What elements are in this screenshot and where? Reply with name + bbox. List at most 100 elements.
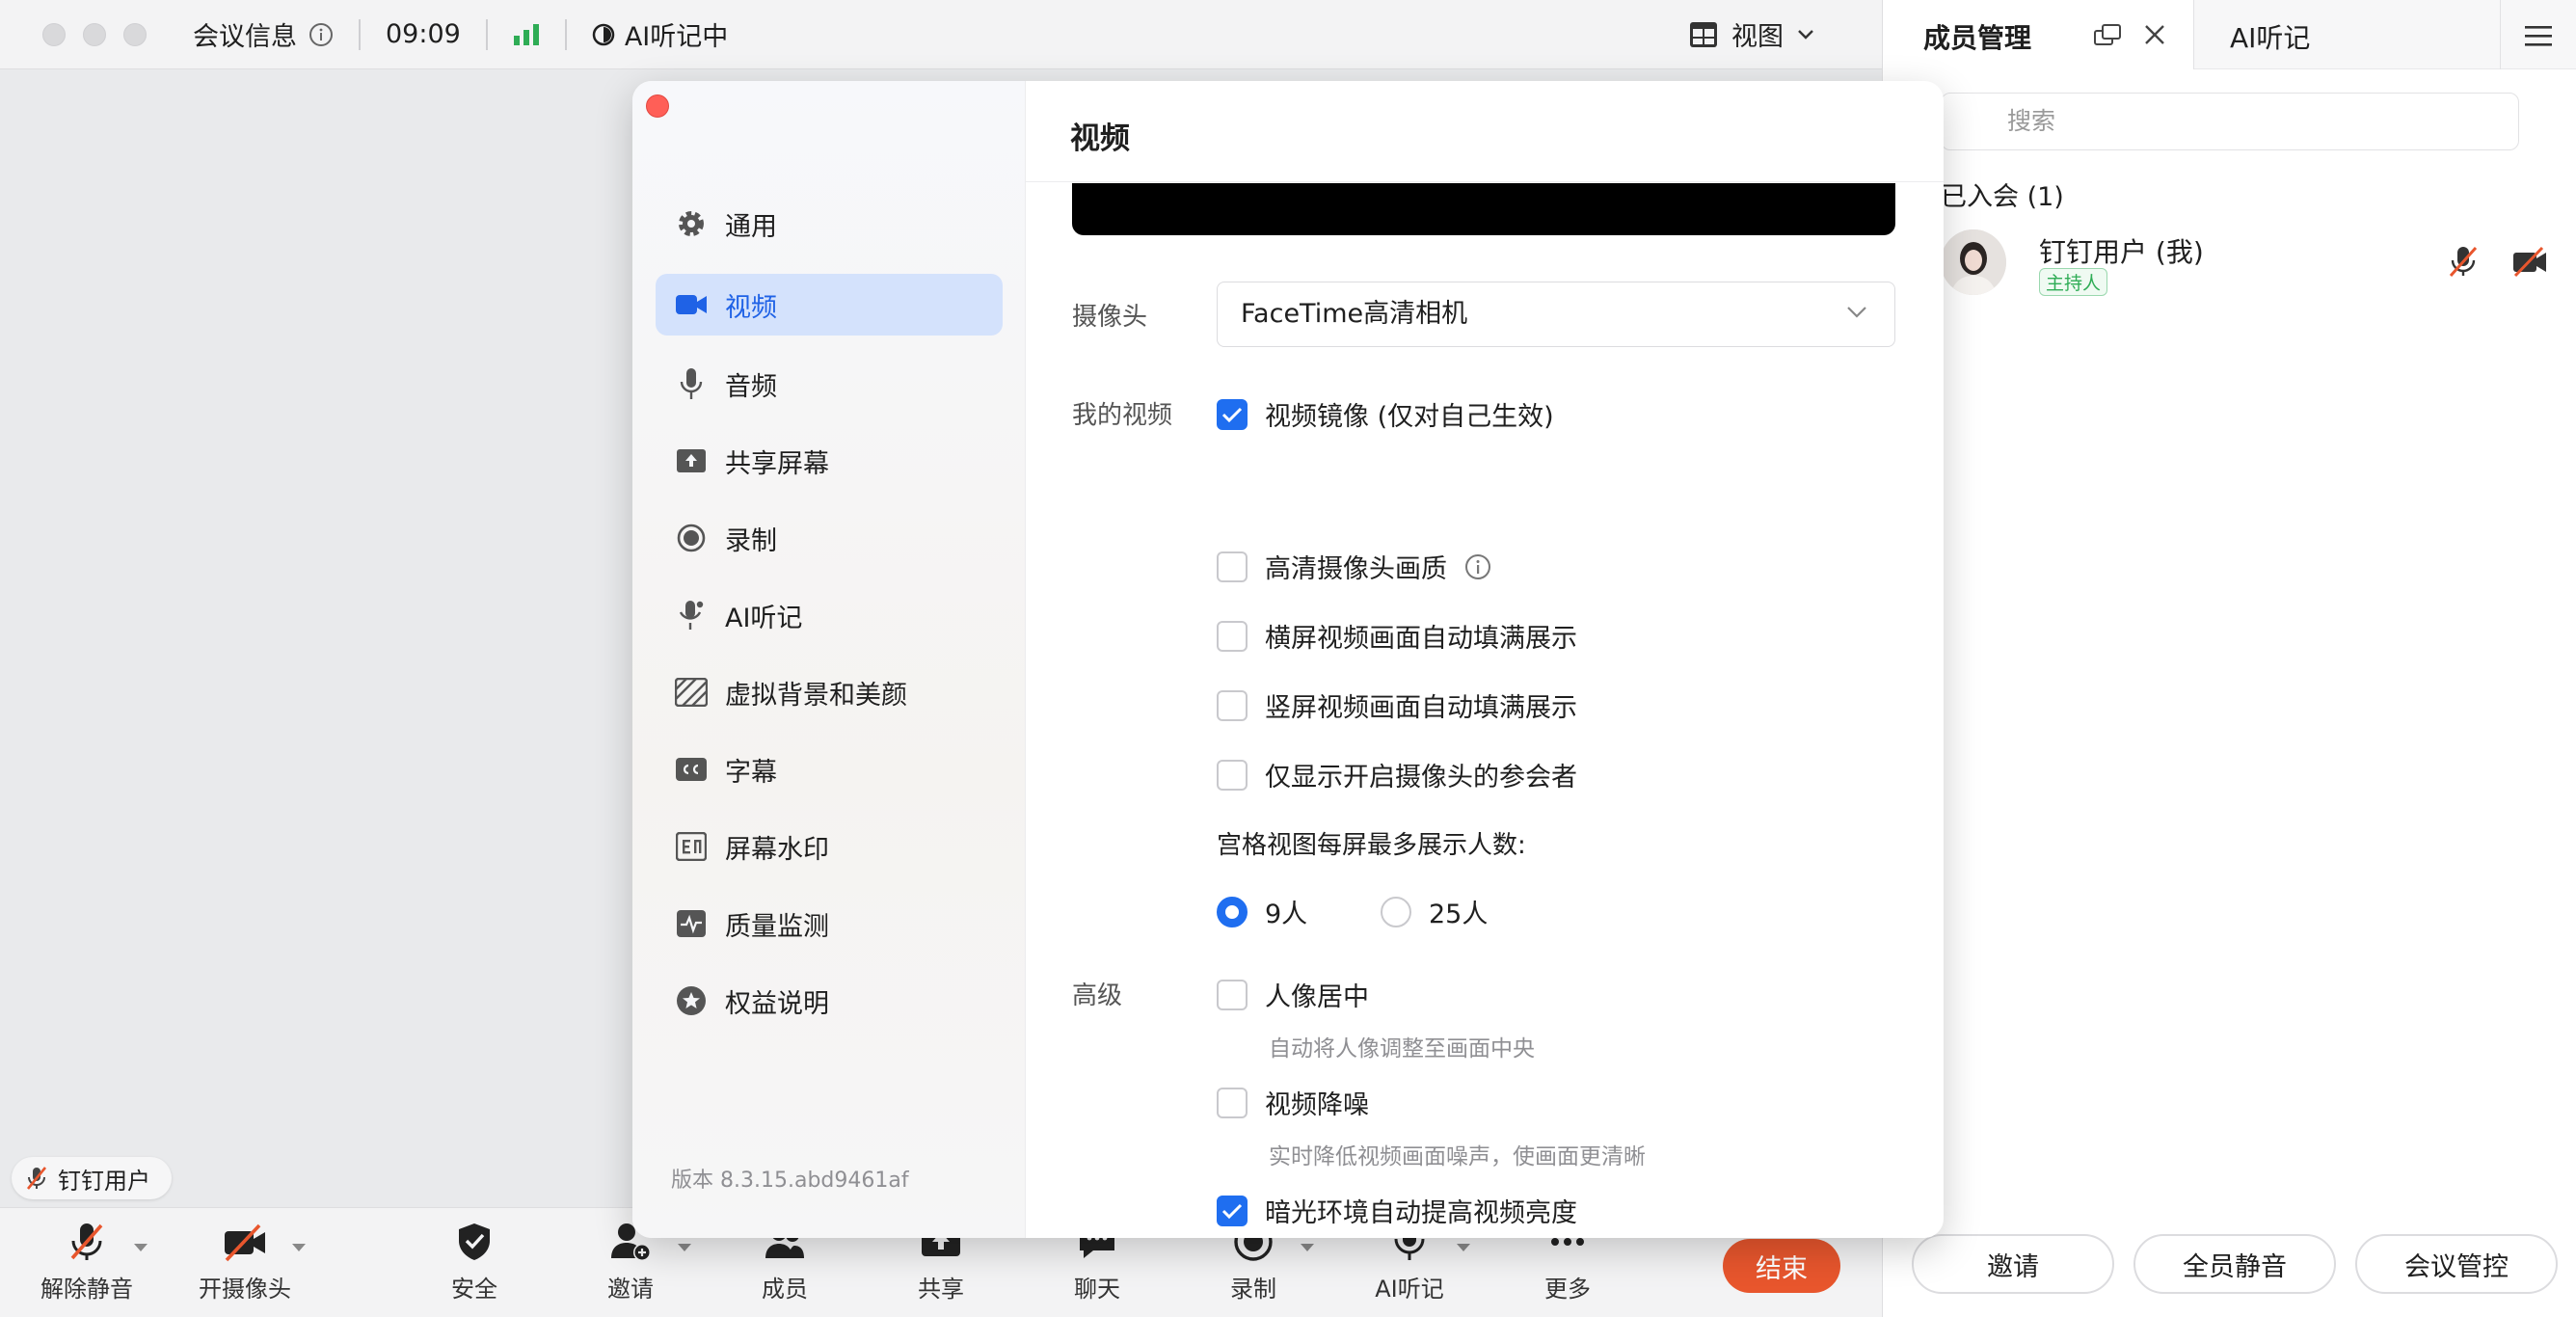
panel-tabs: 成员管理 AI听记 xyxy=(1883,0,2576,69)
member-status-icons xyxy=(2448,245,2548,278)
mirror-checkbox[interactable] xyxy=(1217,398,1248,430)
nav-label: 视频 xyxy=(725,292,777,323)
camera-select-value: FaceTime高清相机 xyxy=(1241,299,1468,329)
nav-item-general[interactable]: 通用 xyxy=(656,193,1003,255)
portrait-fill-option[interactable]: 竖屏视频画面自动填满展示 xyxy=(1217,686,1577,724)
nav-item-quality-monitor[interactable]: 质量监测 xyxy=(656,893,1003,954)
grid-25-option[interactable]: 25人 xyxy=(1381,893,1488,930)
hd-quality-checkbox[interactable] xyxy=(1217,551,1248,582)
grid-25-radio[interactable] xyxy=(1381,896,1411,927)
tab-ai-notes[interactable]: AI听记 xyxy=(2230,17,2310,56)
nav-item-benefits[interactable]: 权益说明 xyxy=(656,970,1003,1032)
end-meeting-button[interactable]: 结束 xyxy=(1723,1239,1840,1293)
gear-icon xyxy=(675,207,708,240)
virtual-background-icon xyxy=(675,676,708,709)
option-label: 竖屏视频画面自动填满展示 xyxy=(1265,693,1577,723)
grid-count-label: 宫格视图每屏最多展示人数: xyxy=(1217,831,1526,860)
video-camera-icon xyxy=(675,288,708,321)
hd-quality-option[interactable]: 高清摄像头画质 xyxy=(1217,548,1491,585)
meeting-timer: 09:09 xyxy=(386,19,461,49)
close-window-button[interactable] xyxy=(42,22,66,46)
info-icon[interactable] xyxy=(1464,553,1491,580)
window-controls xyxy=(42,22,147,46)
only-camera-on-checkbox[interactable] xyxy=(1217,759,1248,791)
landscape-fill-option[interactable]: 横屏视频画面自动填满展示 xyxy=(1217,617,1577,655)
joined-section-title: 已入会 (1) xyxy=(1941,182,2064,212)
camera-select[interactable]: FaceTime高清相机 xyxy=(1217,282,1895,347)
nav-item-ai-notes[interactable]: AI听记 xyxy=(656,584,1003,646)
camera-button[interactable]: 开摄像头 xyxy=(177,1222,312,1304)
caret-down-icon[interactable] xyxy=(133,1243,148,1252)
divider xyxy=(1026,181,1944,182)
close-icon[interactable] xyxy=(2143,23,2166,46)
camera-off-icon[interactable] xyxy=(2511,245,2548,278)
ai-status-label: AI听记中 xyxy=(624,22,729,52)
quality-monitor-icon xyxy=(675,907,708,940)
nav-item-virtual-background[interactable]: 虚拟背景和美颜 xyxy=(656,661,1003,723)
minimize-window-button[interactable] xyxy=(83,22,106,46)
view-button[interactable]: 视图 xyxy=(1689,15,1814,53)
meeting-info-button[interactable]: 会议信息 xyxy=(193,15,334,53)
meeting-control-button[interactable]: 会议管控 xyxy=(2355,1234,2558,1294)
nav-label: 录制 xyxy=(725,525,777,556)
nav-item-share-screen[interactable]: 共享屏幕 xyxy=(656,430,1003,492)
landscape-fill-checkbox[interactable] xyxy=(1217,620,1248,652)
nav-label: 虚拟背景和美颜 xyxy=(725,680,907,711)
shield-icon xyxy=(455,1222,494,1262)
option-label: 暗光环境自动提高视频亮度 xyxy=(1265,1198,1577,1228)
low-light-option[interactable]: 暗光环境自动提高视频亮度 xyxy=(1217,1192,1577,1229)
nav-item-audio[interactable]: 音频 xyxy=(656,353,1003,415)
grid-9-option[interactable]: 9人 xyxy=(1217,893,1307,930)
security-button[interactable]: 安全 xyxy=(407,1222,542,1304)
low-light-checkbox[interactable] xyxy=(1217,1195,1248,1226)
ai-status[interactable]: AI听记中 xyxy=(592,15,728,53)
hamburger-menu-icon[interactable] xyxy=(2525,25,2552,46)
mic-muted-icon[interactable] xyxy=(2448,245,2479,278)
security-label: 安全 xyxy=(451,1276,497,1303)
video-denoise-option[interactable]: 视频降噪 xyxy=(1217,1084,1369,1121)
center-portrait-option[interactable]: 人像居中 xyxy=(1217,976,1369,1013)
option-label: 人像居中 xyxy=(1265,982,1369,1012)
center-portrait-checkbox[interactable] xyxy=(1217,979,1248,1010)
nav-item-captions[interactable]: 字幕 xyxy=(656,739,1003,800)
camera-label: 开摄像头 xyxy=(199,1276,291,1303)
mute-all-button[interactable]: 全员静音 xyxy=(2133,1234,2336,1294)
nav-item-record[interactable]: 录制 xyxy=(656,507,1003,569)
caret-down-icon[interactable] xyxy=(677,1243,692,1252)
meeting-info-label: 会议信息 xyxy=(193,22,297,52)
pop-out-icon[interactable] xyxy=(2093,23,2122,46)
my-video-label: 我的视频 xyxy=(1072,401,1173,430)
record-label: 录制 xyxy=(1230,1276,1276,1303)
close-dialog-button[interactable] xyxy=(646,94,669,118)
member-row[interactable]: 钉钉用户 (我) 主持人 xyxy=(1941,224,2546,301)
more-label: 更多 xyxy=(1544,1276,1591,1303)
member-search-input[interactable]: 搜索 xyxy=(1941,93,2519,150)
video-settings: 视频 摄像头 FaceTime高清相机 我的视频 视频镜像 (仅对自己生效) 高… xyxy=(1026,81,1944,1238)
share-label: 共享 xyxy=(918,1276,964,1303)
zoom-window-button[interactable] xyxy=(123,22,147,46)
caret-down-icon[interactable] xyxy=(1300,1243,1315,1252)
nav-item-video[interactable]: 视频 xyxy=(656,274,1003,336)
unmute-button[interactable]: 解除静音 xyxy=(19,1222,154,1304)
benefits-icon xyxy=(675,984,708,1017)
grid-9-radio[interactable] xyxy=(1217,896,1248,927)
captions-icon xyxy=(675,753,708,786)
tab-member-management[interactable]: 成员管理 xyxy=(1923,17,2031,56)
divider xyxy=(485,18,488,50)
ai-notes-icon xyxy=(675,599,708,632)
caret-down-icon[interactable] xyxy=(291,1243,307,1252)
only-camera-on-option[interactable]: 仅显示开启摄像头的参会者 xyxy=(1217,756,1577,793)
settings-dialog: 通用 视频 音频 共享屏幕 录制 AI听记 虚拟背景和美颜 字幕 屏幕水印 质量… xyxy=(632,81,1944,1238)
grid-view-icon xyxy=(1689,21,1718,48)
mirror-option[interactable]: 视频镜像 (仅对自己生效) xyxy=(1217,395,1554,433)
portrait-fill-checkbox[interactable] xyxy=(1217,689,1248,721)
video-denoise-checkbox[interactable] xyxy=(1217,1087,1248,1118)
unmute-label: 解除静音 xyxy=(40,1276,133,1303)
nav-label: 通用 xyxy=(725,211,777,242)
camera-label: 摄像头 xyxy=(1072,303,1148,332)
caret-down-icon[interactable] xyxy=(1456,1243,1471,1252)
option-label: 仅显示开启摄像头的参会者 xyxy=(1265,763,1577,793)
invite-button[interactable]: 邀请 xyxy=(1912,1234,2114,1294)
record-icon xyxy=(675,522,708,554)
nav-item-watermark[interactable]: 屏幕水印 xyxy=(656,816,1003,877)
